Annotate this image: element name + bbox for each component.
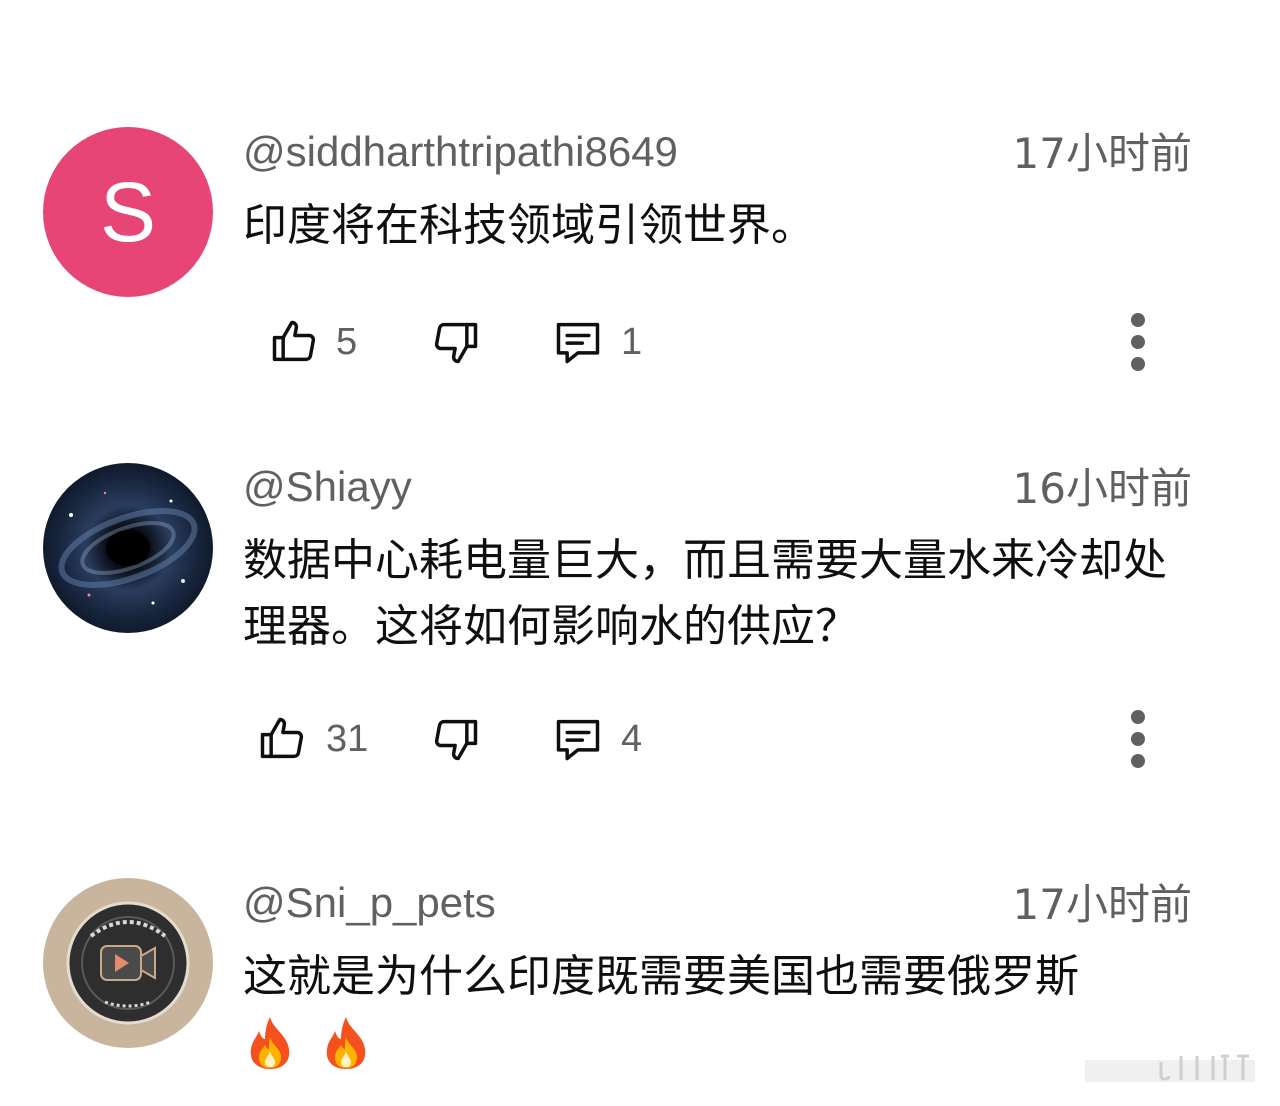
comment-text: 数据中心耗电量巨大，而且需要大量水来冷却处理器。这将如何影响水的供应？ [243, 535, 1167, 652]
avatar-letter: S [99, 164, 157, 259]
thumbs-up-icon [272, 320, 316, 362]
comment-icon [556, 719, 600, 761]
more-vert-icon [1131, 710, 1145, 768]
camera-logo-avatar-icon [43, 878, 213, 1048]
more-vert-icon [1131, 313, 1145, 371]
dislike-button[interactable] [430, 713, 482, 765]
dislike-button[interactable] [430, 316, 482, 368]
comment-emoji-row [243, 1008, 1203, 1074]
like-button[interactable] [256, 713, 308, 765]
comment-author[interactable]: @Shiayy [243, 463, 412, 511]
comment-time: 17小时前 [1012, 880, 1192, 929]
comment-author[interactable]: @Sni_p_pets [243, 879, 496, 927]
comment-actions: 31 4 [0, 707, 1280, 771]
comment-author[interactable]: @siddharthtripathi8649 [243, 128, 678, 176]
like-button[interactable] [268, 316, 320, 368]
comment-icon [556, 322, 600, 364]
comment-text: 这就是为什么印度既需要美国也需要俄罗斯 [243, 951, 1079, 1002]
watermark-graphic [1085, 1054, 1255, 1082]
fire-icon [319, 1015, 373, 1071]
reply-button[interactable] [552, 713, 604, 765]
thumbs-down-icon [434, 322, 478, 364]
like-count: 31 [326, 718, 369, 760]
more-button[interactable] [1118, 707, 1158, 771]
comment-time: 17小时前 [1012, 129, 1192, 178]
comment-actions: 5 1 [0, 310, 1280, 374]
fire-icon [243, 1015, 297, 1071]
reply-count: 4 [621, 718, 643, 760]
avatar[interactable] [43, 463, 213, 633]
comment-text: 印度将在科技领域引领世界。 [243, 200, 815, 251]
reply-count: 1 [621, 321, 643, 363]
reply-button[interactable] [552, 316, 604, 368]
thumbs-down-icon [434, 719, 478, 761]
like-count: 5 [336, 321, 358, 363]
avatar[interactable] [43, 878, 213, 1048]
more-button[interactable] [1118, 310, 1158, 374]
galaxy-avatar-icon [43, 463, 213, 633]
avatar[interactable]: S [43, 127, 213, 297]
comment-time: 16小时前 [1012, 464, 1192, 513]
thumbs-up-icon [260, 717, 304, 759]
